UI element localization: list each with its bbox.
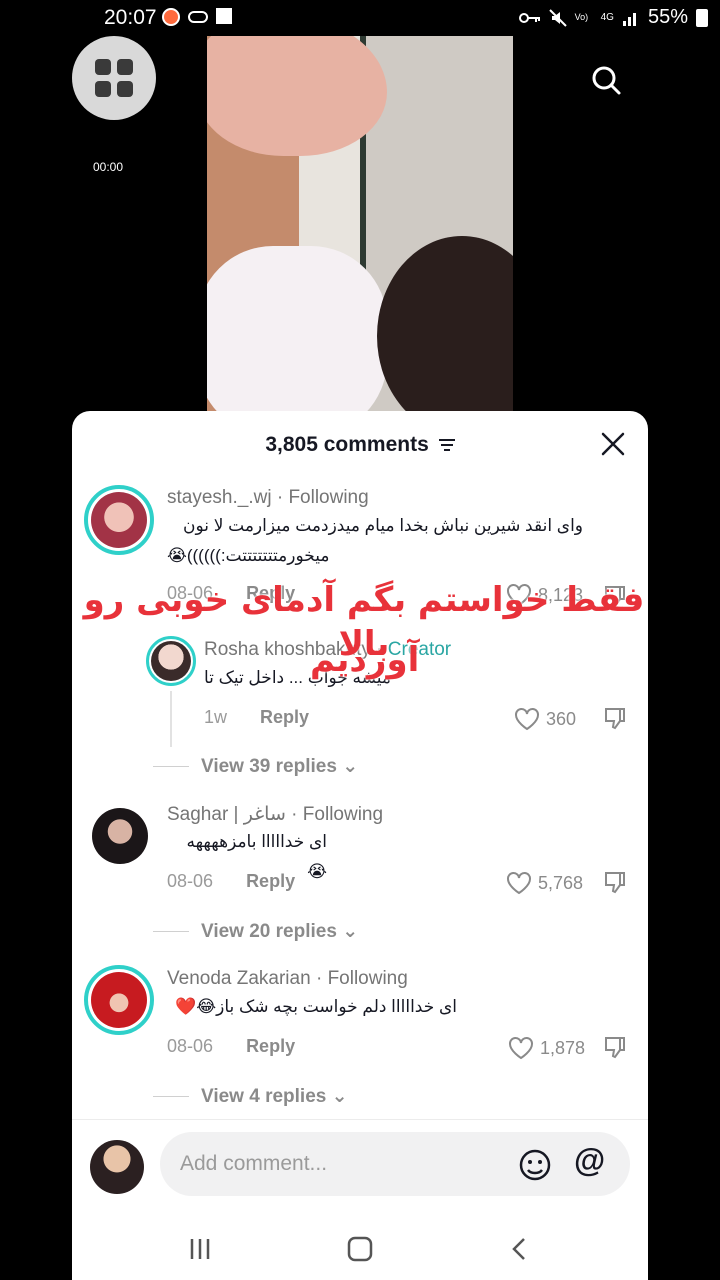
like-count: 1,878 — [540, 1037, 586, 1058]
video-player[interactable] — [207, 36, 513, 412]
system-nav-bar — [72, 1219, 648, 1280]
status-right-icons: Vo) 4G 55% — [518, 6, 708, 29]
comment-date: 08-06 — [167, 871, 214, 891]
comment-meta: 08-06 Reply — [167, 871, 295, 892]
chevron-down-icon: ⌄ — [342, 756, 359, 777]
cloud-icon — [188, 11, 208, 23]
sort-icon[interactable] — [438, 439, 455, 452]
checkbox-icon — [216, 8, 232, 24]
status-time: 20:07 — [104, 6, 157, 29]
grid-button[interactable] — [72, 36, 156, 120]
following-tag: Following — [302, 804, 384, 825]
grid-icon — [95, 59, 133, 97]
mute-icon — [548, 8, 567, 27]
thumbs-down-icon[interactable] — [602, 705, 628, 731]
avatar[interactable] — [92, 808, 148, 864]
comment-text: وای انقد شیرین نباش بخدا میام میدزدمت می… — [167, 516, 583, 565]
chevron-down-icon: ⌄ — [331, 1086, 348, 1107]
comments-count: 3,805 comments — [265, 433, 429, 456]
comment-input-bar: Add comment... @ — [72, 1119, 648, 1219]
thread-line — [170, 691, 172, 747]
like-count: 360 — [546, 708, 577, 729]
video-timer: 00:00 — [93, 160, 124, 174]
close-icon[interactable] — [600, 431, 626, 457]
comments-sheet: 3,805 comments stayesh._.wj · Following … — [72, 411, 648, 1280]
comment-username[interactable]: Saghar | ساغر · Following — [167, 803, 383, 826]
back-icon[interactable] — [506, 1235, 534, 1263]
comment-username[interactable]: Venoda Zakarian · Following — [167, 968, 408, 990]
reply-button[interactable]: Reply — [246, 871, 295, 891]
comment-meta: 1w Reply — [204, 707, 309, 728]
avatar[interactable] — [84, 965, 154, 1035]
screen-record-icon — [162, 8, 180, 26]
comment-input-placeholder: Add comment... — [180, 1152, 328, 1175]
user-avatar[interactable] — [90, 1140, 144, 1194]
chevron-down-icon: ⌄ — [342, 921, 359, 942]
view-replies-button[interactable]: View 39 replies ⌄ — [152, 755, 359, 778]
comments-title: 3,805 comments — [72, 433, 648, 457]
battery-icon — [696, 8, 708, 27]
like-count: 5,768 — [538, 872, 584, 893]
like-group[interactable]: 5,768 — [506, 871, 583, 895]
video-pillow — [207, 246, 387, 412]
comment-input[interactable]: Add comment... @ — [160, 1132, 630, 1196]
comment-meta: 08-06 Reply — [167, 1036, 295, 1057]
comment-text: ای خدااااا دلم خواست بچه شک باز😂❤️ — [175, 997, 457, 1016]
heart-icon[interactable] — [514, 707, 540, 731]
home-icon[interactable] — [346, 1235, 374, 1263]
comment-date: 08-06 — [167, 1036, 214, 1056]
battery-percent: 55% — [647, 6, 688, 28]
status-left-icons — [162, 8, 232, 26]
following-tag: Following — [327, 968, 408, 989]
reply-button[interactable]: Reply — [246, 1036, 295, 1056]
comments-header: 3,805 comments — [72, 411, 648, 477]
heart-icon[interactable] — [506, 871, 532, 895]
view-replies-button[interactable]: View 4 replies ⌄ — [153, 1085, 348, 1108]
thumbs-down-icon[interactable] — [602, 1034, 628, 1060]
mention-button[interactable]: @ — [574, 1142, 605, 1179]
avatar[interactable] — [84, 485, 154, 555]
comment-username[interactable]: stayesh._.wj · Following — [167, 487, 369, 509]
like-group[interactable]: 360 — [514, 707, 576, 731]
search-icon[interactable] — [590, 64, 622, 96]
status-bar: 20:07 Vo) 4G 55% — [0, 0, 720, 36]
key-icon — [518, 12, 540, 23]
like-group[interactable]: 1,878 — [508, 1036, 585, 1060]
video-hand — [207, 36, 387, 156]
network-label: 4G — [600, 12, 614, 23]
signal-icon — [622, 12, 636, 26]
reply-button[interactable]: Reply — [260, 707, 309, 727]
volte-label: Vo) — [574, 12, 589, 22]
heart-icon[interactable] — [508, 1036, 534, 1060]
comment-date: 1w — [204, 707, 228, 727]
overlay-caption-line2: آوردیم — [310, 640, 420, 680]
view-replies-button[interactable]: View 20 replies ⌄ — [152, 920, 359, 943]
following-tag: Following — [288, 487, 369, 508]
thumbs-down-icon[interactable] — [602, 869, 628, 895]
recents-icon[interactable] — [186, 1235, 214, 1263]
emoji-icon[interactable] — [518, 1148, 552, 1182]
